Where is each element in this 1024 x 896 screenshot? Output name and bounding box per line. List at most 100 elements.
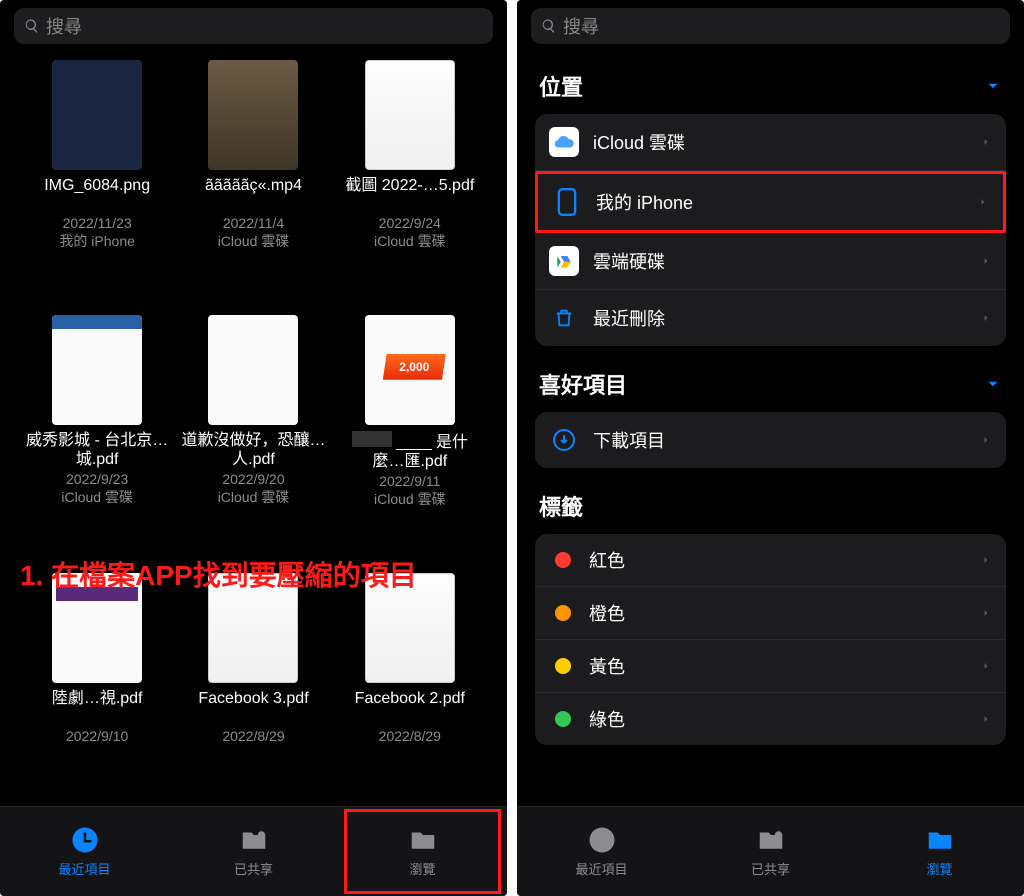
file-item[interactable]: ãããããç«.mp4 2022/11/4 iCloud 雲碟 (180, 60, 326, 305)
tag-dot-icon (555, 552, 571, 568)
file-grid: IMG_6084.png 2022/11/23 我的 iPhone ãããããç… (0, 54, 507, 806)
folder-icon (925, 825, 955, 855)
chevron-down-icon (984, 77, 1002, 95)
locations-list: iCloud 雲碟 我的 iPhone 雲端硬碟 最近刪除 (535, 114, 1006, 346)
location-recently-deleted[interactable]: 最近刪除 (535, 290, 1006, 346)
tag-row[interactable]: 綠色 (535, 693, 1006, 745)
section-tags-header[interactable]: 標籤 (517, 474, 1024, 530)
file-date: 2022/9/23 (66, 470, 128, 488)
file-thumbnail (52, 60, 142, 170)
chevron-right-icon (980, 660, 992, 672)
tag-dot-icon (555, 605, 571, 621)
left-pane: 搜尋 IMG_6084.png 2022/11/23 我的 iPhone ããã… (0, 0, 507, 896)
drive-icon (549, 246, 579, 276)
row-label: 下載項目 (593, 427, 665, 453)
file-loc: iCloud 雲碟 (374, 232, 446, 250)
folder-shared-icon (239, 825, 269, 855)
tab-recent[interactable]: 最近項目 (517, 807, 686, 896)
tab-label: 已共享 (234, 859, 273, 878)
tab-label: 瀏覽 (926, 859, 952, 878)
file-thumbnail (208, 315, 298, 425)
favorite-downloads[interactable]: 下載項目 (535, 412, 1006, 468)
chevron-right-icon (980, 255, 992, 267)
tab-label: 最近項目 (575, 859, 627, 878)
section-locations-header[interactable]: 位置 (517, 54, 1024, 110)
tab-browse[interactable]: 瀏覽 (855, 807, 1024, 896)
file-item[interactable]: Facebook 2.pdf 2022/8/29 (337, 573, 483, 800)
file-name: ____ 是什麼…匯.pdf (337, 431, 483, 471)
file-thumbnail (52, 315, 142, 425)
chevron-right-icon (980, 136, 992, 148)
file-name: 陸劇…視.pdf (52, 689, 143, 727)
file-name: 道歉沒做好，恐釀…人.pdf (180, 431, 326, 469)
file-thumbnail (208, 60, 298, 170)
file-date: 2022/9/11 (379, 472, 440, 490)
search-input[interactable]: 搜尋 (531, 8, 1010, 44)
chevron-right-icon (980, 312, 992, 324)
chevron-right-icon (977, 196, 989, 208)
row-label: 紅色 (589, 547, 625, 573)
chevron-right-icon (980, 713, 992, 725)
file-date: 2022/8/29 (379, 727, 441, 745)
tab-label: 瀏覽 (409, 859, 435, 878)
file-name: 截圖 2022-…5.pdf (345, 176, 474, 214)
tag-row[interactable]: 黃色 (535, 640, 1006, 693)
chevron-right-icon (980, 554, 992, 566)
cloud-icon (549, 127, 579, 157)
file-item[interactable]: 2,000 ____ 是什麼…匯.pdf 2022/9/11 iCloud 雲碟 (337, 315, 483, 563)
location-icloud[interactable]: iCloud 雲碟 (535, 114, 1006, 171)
tab-recent[interactable]: 最近項目 (0, 807, 169, 896)
tab-label: 已共享 (751, 859, 790, 878)
file-date: 2022/11/23 (63, 214, 132, 232)
chevron-right-icon (980, 607, 992, 619)
tab-bar: 最近項目 已共享 瀏覽 (0, 806, 507, 896)
file-date: 2022/9/24 (379, 214, 441, 232)
row-label: 黃色 (589, 653, 625, 679)
tag-row[interactable]: 紅色 (535, 534, 1006, 587)
location-myiphone[interactable]: 我的 iPhone (535, 171, 1006, 233)
file-item[interactable]: IMG_6084.png 2022/11/23 我的 iPhone (24, 60, 170, 305)
row-label: 雲端硬碟 (593, 248, 665, 274)
tab-shared[interactable]: 已共享 (686, 807, 855, 896)
tab-label: 最近項目 (58, 859, 110, 878)
search-placeholder: 搜尋 (46, 13, 82, 39)
tab-browse[interactable]: 瀏覽 (338, 807, 507, 896)
trash-icon (549, 303, 579, 333)
search-input[interactable]: 搜尋 (14, 8, 493, 44)
search-icon (24, 18, 40, 34)
iphone-icon (552, 187, 582, 217)
right-pane: 搜尋 位置 iCloud 雲碟 我的 iPhone 雲端硬碟 (517, 0, 1024, 896)
tab-shared[interactable]: 已共享 (169, 807, 338, 896)
row-label: 我的 iPhone (596, 189, 693, 215)
file-item[interactable]: Facebook 3.pdf 2022/8/29 (180, 573, 326, 800)
tag-row[interactable]: 橙色 (535, 587, 1006, 640)
file-loc: iCloud 雲碟 (218, 488, 290, 506)
file-date: 2022/9/10 (66, 727, 128, 745)
file-item[interactable]: 陸劇…視.pdf 2022/9/10 (24, 573, 170, 800)
file-item[interactable]: 威秀影城 - 台北京…城.pdf 2022/9/23 iCloud 雲碟 (24, 315, 170, 563)
file-name: 威秀影城 - 台北京…城.pdf (24, 431, 170, 469)
file-loc: iCloud 雲碟 (374, 490, 446, 508)
section-favorites-header[interactable]: 喜好項目 (517, 352, 1024, 408)
download-icon (549, 425, 579, 455)
favorites-list: 下載項目 (535, 412, 1006, 468)
chevron-right-icon (980, 434, 992, 446)
file-date: 2022/8/29 (222, 727, 284, 745)
file-name: IMG_6084.png (44, 176, 150, 214)
file-thumbnail: 2,000 (365, 315, 455, 425)
tag-dot-icon (555, 711, 571, 727)
folder-icon (408, 825, 438, 855)
tab-bar: 最近項目 已共享 瀏覽 (517, 806, 1024, 896)
file-date: 2022/11/4 (223, 214, 284, 232)
file-item[interactable]: 道歉沒做好，恐釀…人.pdf 2022/9/20 iCloud 雲碟 (180, 315, 326, 563)
clock-icon (70, 825, 100, 855)
search-icon (541, 18, 557, 34)
annotation-step-1: 1. 在檔案APP找到要壓縮的項目 (20, 554, 417, 594)
file-item[interactable]: 截圖 2022-…5.pdf 2022/9/24 iCloud 雲碟 (337, 60, 483, 305)
file-name: Facebook 3.pdf (198, 689, 308, 727)
file-loc: iCloud 雲碟 (218, 232, 290, 250)
row-label: 綠色 (589, 706, 625, 732)
row-label: 最近刪除 (593, 305, 665, 331)
file-name: Facebook 2.pdf (355, 689, 465, 727)
location-googledrive[interactable]: 雲端硬碟 (535, 233, 1006, 290)
